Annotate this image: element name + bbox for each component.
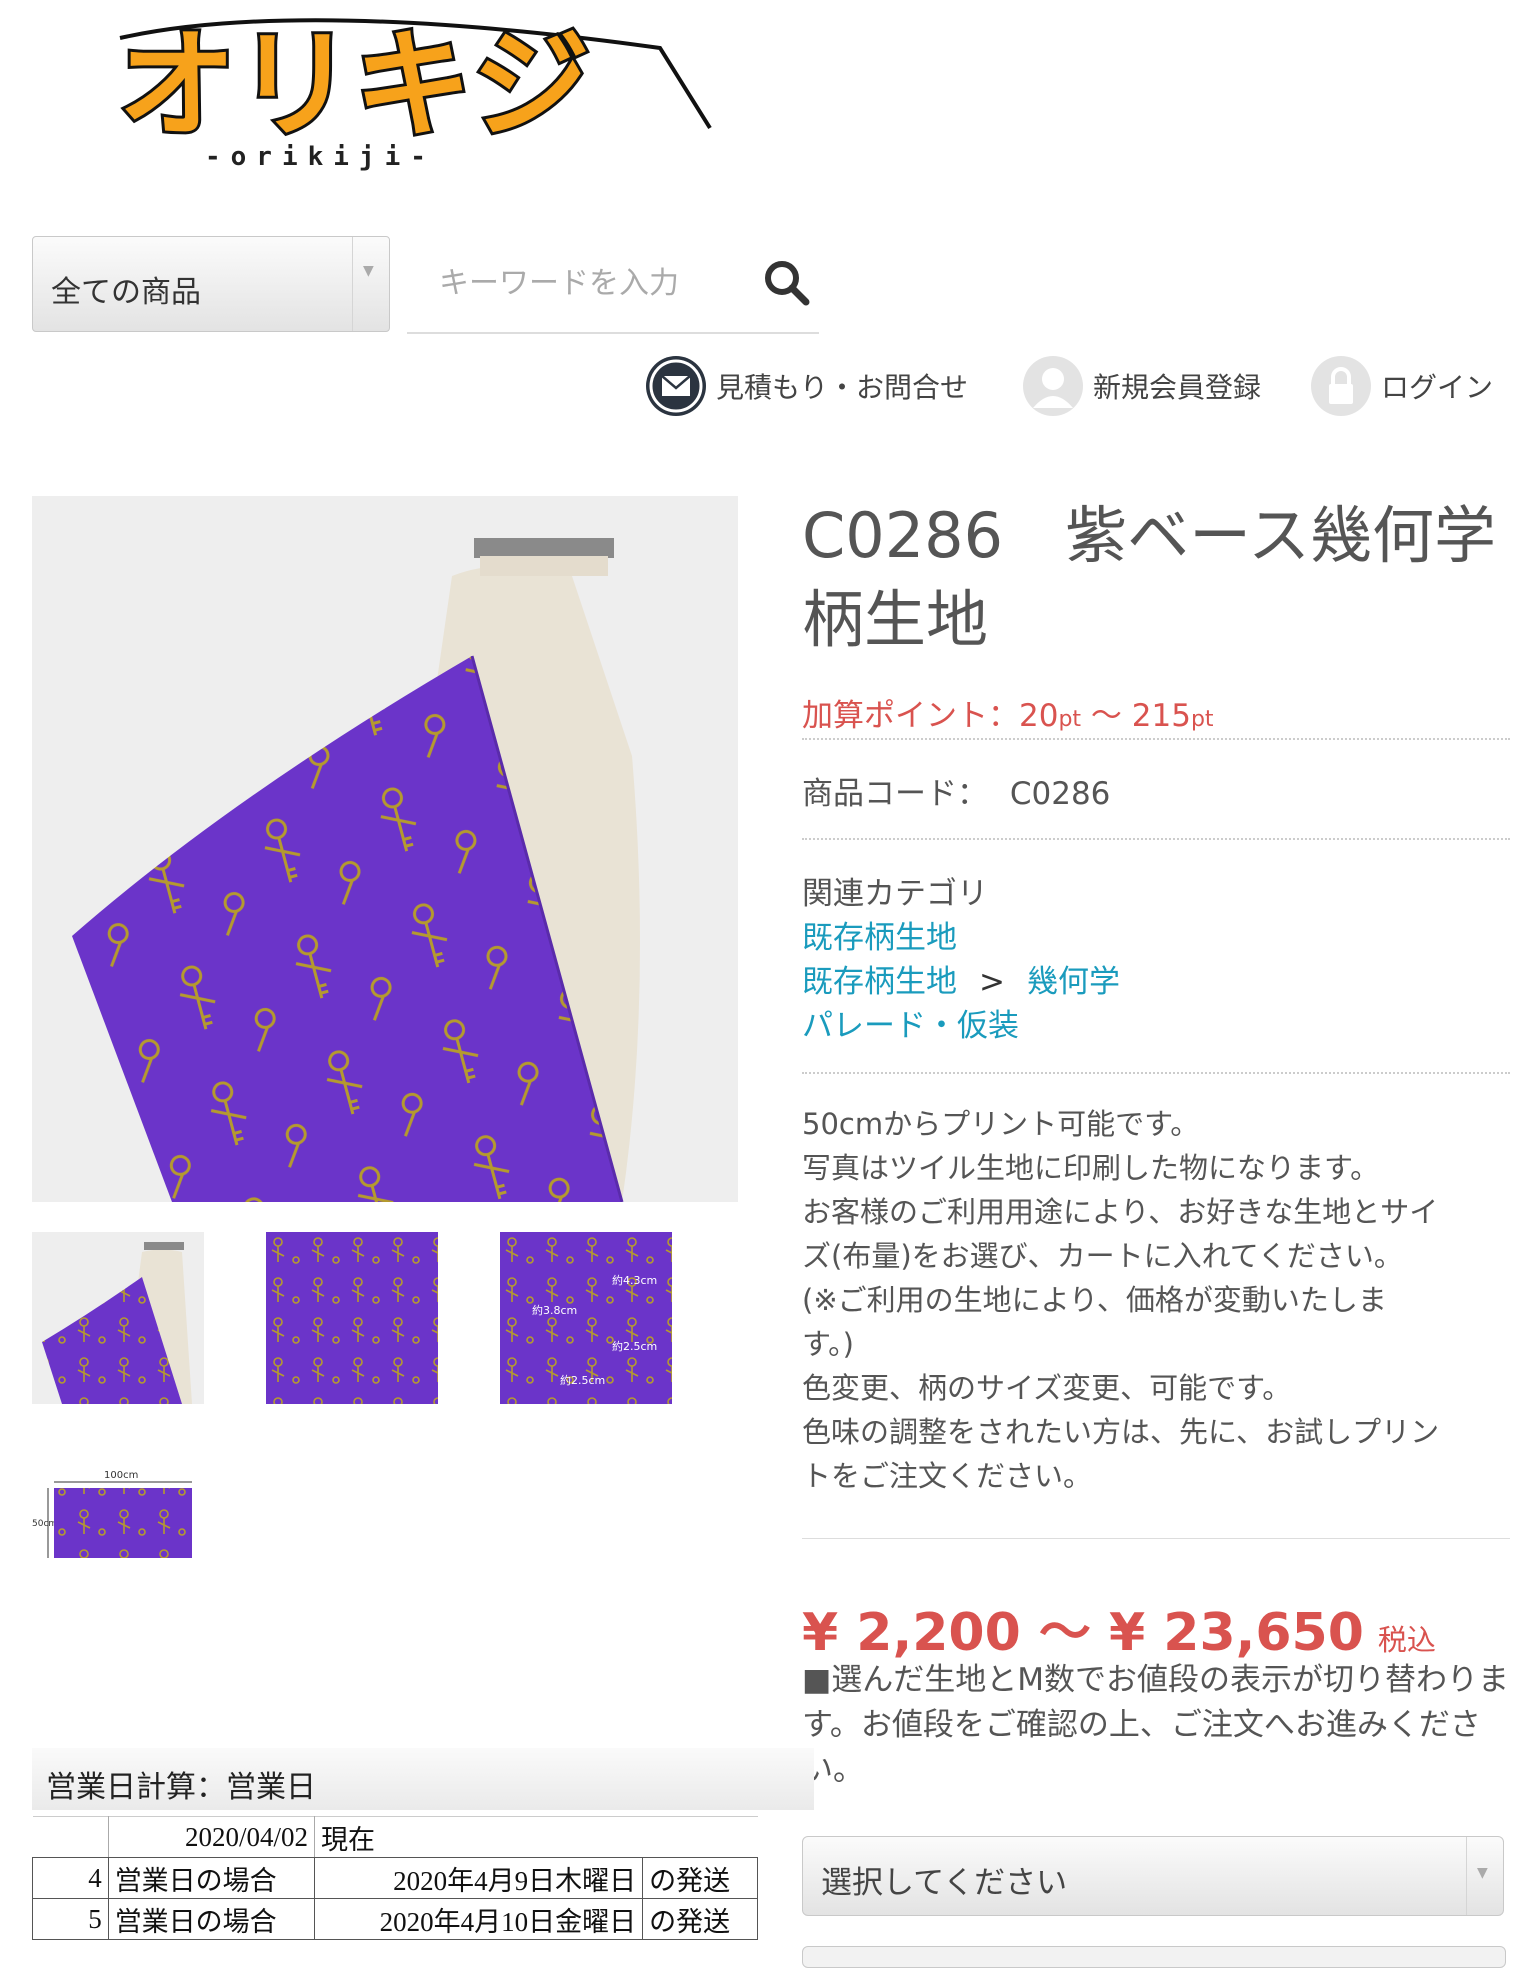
thumbnail-1[interactable]	[32, 1232, 204, 1404]
description-line: お客様のご利用用途により、お好きな生地とサイ	[802, 1195, 1439, 1229]
fabric-option-select[interactable]: 選択してください ▼	[802, 1836, 1504, 1916]
label-cell: 営業日の場合	[107, 1898, 315, 1940]
category-link-existing[interactable]: 既存柄生地	[802, 964, 957, 1000]
price: ¥ 2,200 ～ ¥ 23,650 税込	[802, 1590, 1436, 1665]
category-breadcrumb: 既存柄生地 > 幾何学	[802, 956, 1120, 1001]
description-line: す。)	[802, 1327, 854, 1361]
thumbnail-3[interactable]: 約4.3cm 約3.8cm 約2.5cm 約2.5cm	[500, 1232, 672, 1404]
description-line: 色変更、柄のサイズ変更、可能です。	[802, 1371, 1292, 1405]
description-line: 写真はツイル生地に印刷した物になります。	[802, 1151, 1380, 1185]
tax-label: 税込	[1377, 1623, 1436, 1657]
user-icon	[1023, 356, 1083, 416]
search-icon[interactable]	[762, 258, 812, 312]
divider	[802, 1538, 1510, 1539]
points-min: 20	[1019, 698, 1059, 734]
register-link-label: 新規会員登録	[1093, 371, 1262, 404]
related-categories-label: 関連カテゴリ	[802, 876, 988, 912]
product-code-row: 商品コード： C0286	[802, 768, 1110, 813]
description-line: (※ご利用の生地により、価格が変動いたしま	[802, 1283, 1387, 1317]
label-cell: 営業日の場合	[107, 1857, 315, 1899]
search-input[interactable]	[407, 254, 771, 312]
size-label: 約2.5cm	[560, 1373, 605, 1387]
points-info: 加算ポイント：20pt ～ 215pt	[802, 690, 1214, 735]
product-title: C0286 紫ベース幾何学柄生地	[802, 499, 1496, 656]
suffix-cell: の発送	[642, 1898, 758, 1940]
product-description: 50cmからプリント可能です。 写真はツイル生地に印刷した物になります。 お客様…	[802, 1102, 1512, 1498]
category-link-geometric[interactable]: 幾何学	[1027, 964, 1120, 1000]
contact-link[interactable]: 見積もり・お問合せ	[646, 356, 968, 416]
business-day-table: 2020/04/02 現在 4 営業日の場合 2020年4月9日木曜日 の発送 …	[32, 1816, 758, 1940]
lock-icon	[1311, 356, 1371, 416]
mail-icon	[646, 356, 706, 416]
current-date: 2020/04/02	[108, 1816, 315, 1858]
contact-link-label: 見積もり・お問合せ	[716, 371, 969, 404]
size-label: 約3.8cm	[532, 1303, 577, 1317]
date-cell: 2020年4月9日木曜日	[313, 1857, 644, 1899]
category-select[interactable]: 全ての商品 ▼	[32, 236, 390, 332]
table-row: 4 営業日の場合 2020年4月9日木曜日 の発送	[32, 1857, 758, 1899]
days-cell: 4	[32, 1857, 109, 1899]
login-link-label: ログイン	[1381, 371, 1494, 404]
current-label: 現在	[314, 1816, 758, 1858]
product-code: C0286	[1009, 776, 1111, 812]
divider	[802, 838, 1510, 840]
product-main-image[interactable]	[32, 496, 738, 1202]
search-box	[407, 236, 819, 334]
height-label: 50cm	[32, 1519, 57, 1529]
points-max: 215	[1131, 698, 1191, 734]
business-day-title: 営業日計算：営業日	[46, 1770, 316, 1805]
login-link[interactable]: ログイン	[1311, 356, 1493, 416]
date-cell: 2020年4月10日金曜日	[313, 1898, 644, 1940]
option-select-value: 選択してください	[821, 1865, 1068, 1901]
points-label: 加算ポイント：	[802, 698, 1019, 734]
points-unit: pt	[1190, 707, 1214, 732]
description-line: 50cmからプリント可能です。	[802, 1107, 1200, 1141]
chevron-down-icon: ▼	[1477, 1865, 1488, 1881]
business-day-header: 営業日計算：営業日	[32, 1748, 814, 1810]
description-line: トをご注文ください。	[802, 1459, 1093, 1493]
divider	[802, 1072, 1510, 1074]
thumbnail-4[interactable]: 100cm 50cm	[32, 1464, 204, 1564]
product-code-label: 商品コード：	[802, 776, 988, 812]
size-label: 約2.5cm	[612, 1339, 657, 1353]
logo-text: オリキジ	[118, 16, 590, 154]
width-label: 100cm	[104, 1470, 138, 1481]
thumbnail-2[interactable]	[266, 1232, 438, 1404]
description-line: ズ(布量)をお選び、カートに入れてください。	[802, 1239, 1403, 1273]
divider	[802, 738, 1510, 740]
category-link-existing[interactable]: 既存柄生地	[802, 912, 957, 957]
table-row: 5 営業日の場合 2020年4月10日金曜日 の発送	[32, 1898, 758, 1940]
table-row: 2020/04/02 現在	[32, 1816, 758, 1858]
points-unit: pt	[1058, 707, 1082, 732]
size-label: 約4.3cm	[612, 1273, 657, 1287]
description-line: 色味の調整をされたい方は、先に、お試しプリン	[802, 1415, 1440, 1449]
chevron-down-icon: ▼	[363, 263, 374, 279]
price-range: ¥ 2,200 ～ ¥ 23,650	[802, 1603, 1364, 1663]
days-cell: 5	[32, 1898, 109, 1940]
register-link[interactable]: 新規会員登録	[1023, 356, 1261, 416]
category-select-value: 全ての商品	[51, 275, 201, 310]
suffix-cell: の発送	[642, 1857, 758, 1899]
quantity-select[interactable]	[802, 1946, 1506, 1968]
points-separator: ～	[1081, 698, 1132, 734]
breadcrumb-separator: >	[979, 964, 1005, 1000]
logo-subtext: -orikiji-	[205, 142, 436, 172]
category-link-parade[interactable]: パレード・仮装	[802, 1000, 1019, 1045]
price-note: ■選んだ生地とM数でお値段の表示が切り替わります。お値段をご確認の上、ご注文へお…	[802, 1662, 1510, 1788]
